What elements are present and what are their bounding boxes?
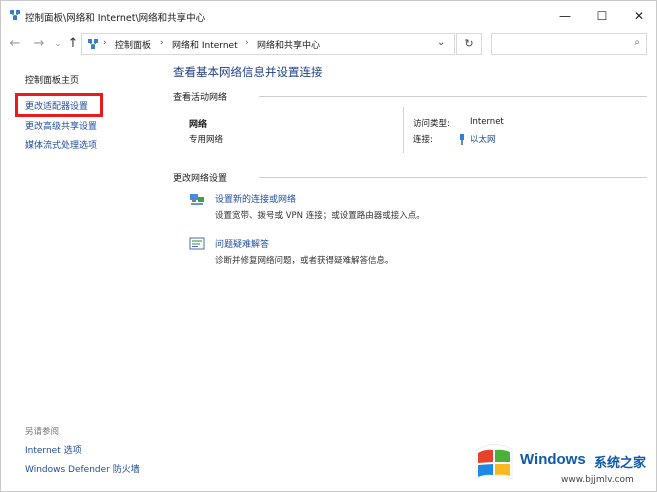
address-dropdown-icon[interactable]: ⌄ [437,37,445,48]
change-advanced-sharing-link[interactable]: 更改高级共享设置 [25,119,97,132]
minimize-button[interactable]: — [547,1,583,31]
network-type[interactable]: 专用网络 [189,133,223,145]
watermark: Windows 系统之家 www.bjjmlv.com [466,437,656,491]
back-arrow-icon[interactable]: ← [7,36,23,52]
breadcrumb-separator: › [245,38,249,48]
active-networks-label: 查看活动网络 [173,93,228,103]
setup-new-connection-desc: 设置宽带、拨号或 VPN 连接；或设置路由器或接入点。 [215,211,425,221]
network-setup-icon [190,194,204,205]
media-streaming-link[interactable]: 媒体流式处理选项 [25,138,97,151]
divider [403,107,404,153]
connections-label: 连接: [413,135,433,145]
breadcrumb-control-panel[interactable]: 控制面板 [115,38,151,51]
search-icon: ⌕ [634,37,640,48]
windows-logo-icon [475,444,513,480]
up-arrow-icon[interactable]: ↑ [65,36,81,52]
network-center-icon [10,10,20,20]
see-also-label: 另请参阅 [25,427,60,437]
watermark-brand: Windows [520,451,586,468]
page-title: 查看基本网络信息并设置连接 [173,65,323,79]
divider [259,96,647,97]
change-network-settings-label: 更改网络设置 [173,174,228,184]
breadcrumb-network-internet[interactable]: 网络和 Internet [172,38,238,51]
setup-new-connection-link[interactable]: 设置新的连接或网络 [215,192,296,205]
change-adapter-settings-link[interactable]: 更改适配器设置 [25,99,88,112]
ethernet-icon [460,134,464,145]
breadcrumb-separator: › [103,38,107,48]
internet-options-link[interactable]: Internet 选项 [25,443,82,456]
troubleshoot-link[interactable]: 问题疑难解答 [215,237,269,250]
access-type-value: Internet [470,117,504,127]
forward-arrow-icon[interactable]: → [31,36,47,52]
access-type-label: 访问类型: [413,119,450,129]
divider [259,177,647,178]
left-nav: 控制面板主页 更改适配器设置 更改高级共享设置 媒体流式处理选项 另请参阅 In… [1,57,161,487]
breadcrumb-separator: › [160,38,164,48]
close-button[interactable]: ✕ [621,1,657,31]
window-title: 控制面板\网络和 Internet\网络和共享中心 [25,13,206,24]
navigation-bar: ← → ⌄ ↑ › 控制面板 › 网络和 Internet › 网络和共享中心 … [1,31,656,57]
control-panel-icon [88,39,98,49]
troubleshoot-desc: 诊断并修复网络问题，或者获得疑难解答信息。 [215,256,394,266]
refresh-button[interactable]: ↻ [456,33,482,55]
network-name: 网络 [189,120,208,130]
watermark-url: www.bjjmlv.com [561,475,634,485]
windows-firewall-link[interactable]: Windows Defender 防火墙 [25,462,140,475]
troubleshoot-icon [189,237,205,250]
search-input[interactable]: ⌕ [491,33,647,55]
breadcrumb-sharing-center[interactable]: 网络和共享中心 [257,38,320,51]
recent-locations-icon[interactable]: ⌄ [50,36,66,52]
ethernet-link[interactable]: 以太网 [470,133,496,145]
address-bar[interactable]: › 控制面板 › 网络和 Internet › 网络和共享中心 ⌄ [81,33,455,55]
watermark-cn: 系统之家 [594,456,647,471]
maximize-button[interactable]: ☐ [584,1,620,31]
title-bar: 控制面板\网络和 Internet\网络和共享中心 — ☐ ✕ [1,1,656,31]
window: 控制面板\网络和 Internet\网络和共享中心 — ☐ ✕ ← → ⌄ ↑ … [0,0,657,492]
control-panel-home-link[interactable]: 控制面板主页 [25,73,79,86]
